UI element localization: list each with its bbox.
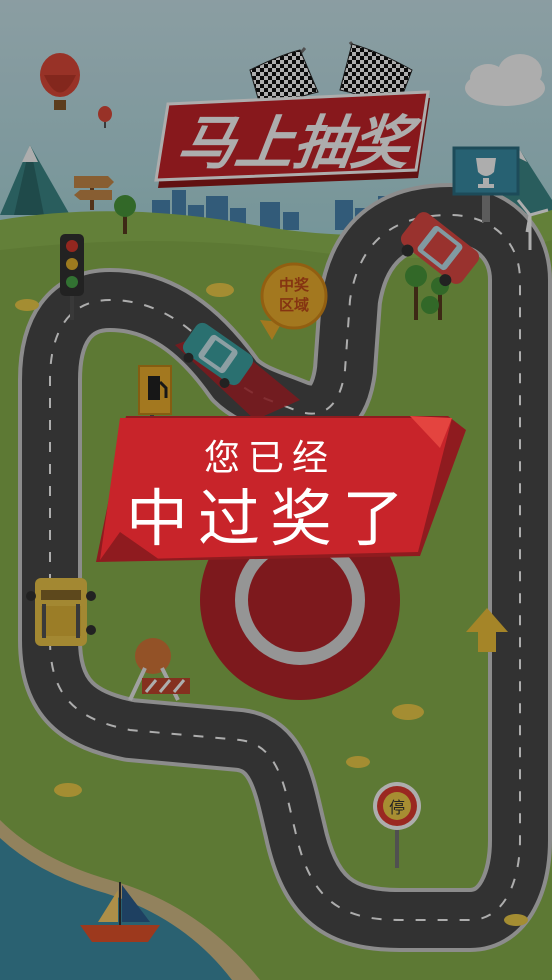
result-banner[interactable]: 您已经 中过奖了 [0,0,552,980]
result-line1: 您已经 [204,438,336,479]
lottery-game-screen: 停 中奖 区域 马上抽奖 您已经 中过奖了 [0,0,552,980]
result-line2: 中过奖了 [126,482,414,555]
